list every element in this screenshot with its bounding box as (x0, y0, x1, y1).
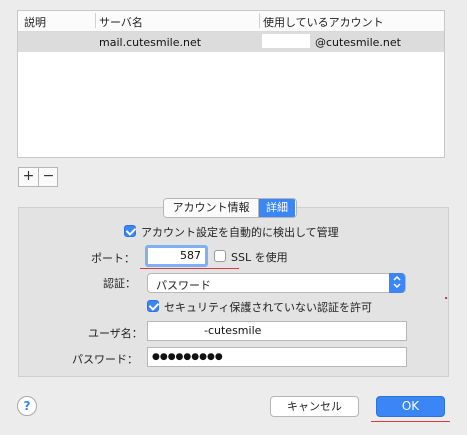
auth-select[interactable]: パスワード (147, 273, 406, 293)
cancel-button[interactable]: キャンセル (270, 396, 359, 417)
row-server: mail.cutesmile.net (99, 36, 202, 49)
column-server[interactable]: サーバ名 (99, 14, 143, 30)
username-label: ユーザ名： (88, 327, 143, 340)
tab-advanced[interactable]: 詳細 (259, 199, 295, 217)
column-description[interactable]: 説明 (24, 14, 46, 30)
annotation-underline (371, 421, 450, 422)
table-header: 説明 サーバ名 使用しているアカウント (18, 11, 444, 32)
port-field[interactable]: 587 (145, 245, 208, 267)
auth-label: 認証： (103, 277, 136, 290)
column-account[interactable]: 使用しているアカウント (263, 14, 384, 30)
annotation-underline (140, 268, 239, 269)
password-label: パスワード： (72, 353, 138, 366)
row-account: @cutesmile.net (315, 36, 401, 49)
allow-insecure-label: セキュリティ保護されていない認証を許可 (164, 301, 373, 314)
ssl-label: SSL を使用 (231, 251, 288, 264)
annotation-mark (445, 297, 447, 299)
tab-account-info[interactable]: アカウント情報 (164, 199, 258, 217)
allow-insecure-checkbox[interactable] (147, 300, 159, 312)
tab-bar: アカウント情報 詳細 (163, 198, 297, 218)
table-row[interactable]: mail.cutesmile.net @cutesmile.net (18, 32, 444, 52)
column-divider (95, 13, 96, 28)
auto-detect-label: アカウント設定を自動的に検出して管理 (141, 226, 339, 239)
server-table: 説明 サーバ名 使用しているアカウント mail.cutesmile.net @… (17, 10, 445, 158)
auth-value: パスワード (156, 279, 211, 292)
column-divider (259, 13, 260, 28)
add-remove-control: + − (18, 167, 58, 187)
add-button[interactable]: + (19, 168, 38, 186)
password-field[interactable]: ●●●●●●●●● (147, 347, 407, 367)
chevron-updown-icon (389, 273, 405, 293)
ssl-checkbox[interactable] (214, 250, 226, 262)
redacted-region (262, 34, 310, 48)
port-label: ポート： (91, 252, 135, 265)
username-field[interactable]: -cutesmile (147, 321, 407, 341)
remove-button[interactable]: − (39, 168, 58, 186)
auto-detect-checkbox[interactable] (124, 225, 136, 237)
help-button[interactable]: ? (17, 396, 37, 416)
ok-button[interactable]: OK (376, 396, 445, 417)
